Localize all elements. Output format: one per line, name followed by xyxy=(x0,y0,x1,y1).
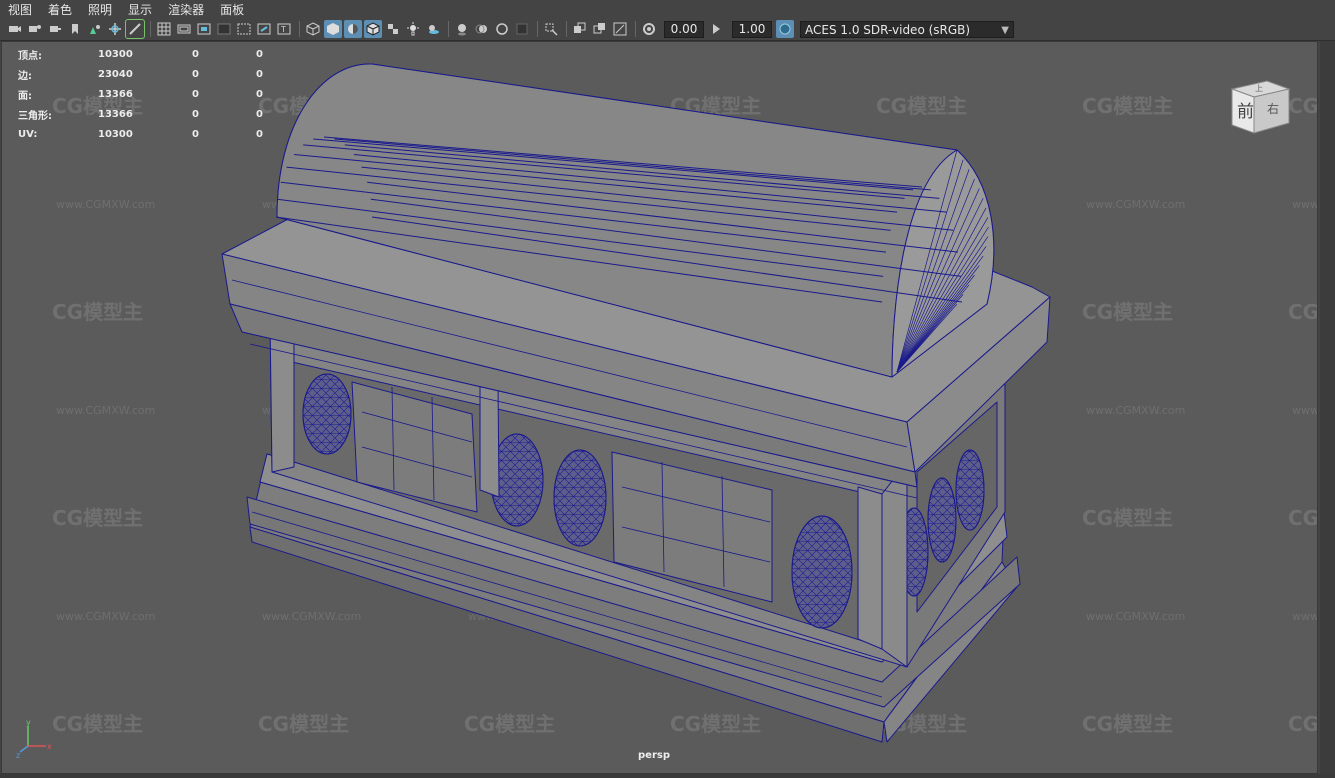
hud-label: UV: xyxy=(18,128,38,140)
safe-title-icon[interactable]: T xyxy=(275,20,293,38)
menu-renderer[interactable]: 渲染器 xyxy=(168,1,204,18)
hud-value: 0 xyxy=(192,68,199,80)
axis-y-label: y xyxy=(26,718,31,727)
view-cube-top-label: 上 xyxy=(1255,84,1263,93)
hud-row-triangles: 三角形: 13366 0 0 xyxy=(18,104,286,124)
hud-row-vertices: 顶点: 10300 0 0 xyxy=(18,44,286,64)
hud-value: 10300 xyxy=(98,128,133,140)
smooth-shade-icon[interactable] xyxy=(324,20,342,38)
gate-mask-icon[interactable] xyxy=(215,20,233,38)
toolbar-separator xyxy=(299,21,300,37)
toolbar-separator xyxy=(635,21,636,37)
axis-gizmo: y x z xyxy=(16,718,52,758)
textured-icon[interactable] xyxy=(384,20,402,38)
hud-value: 0 xyxy=(256,128,263,140)
pencil-draw-icon[interactable] xyxy=(125,19,145,39)
field-chart-icon[interactable] xyxy=(235,20,253,38)
toolbar-separator xyxy=(566,21,567,37)
screen-space-ao-icon[interactable] xyxy=(453,20,471,38)
camera-name-label: persp xyxy=(638,750,670,761)
xray-active-components-icon[interactable] xyxy=(591,20,609,38)
two-d-pan-icon[interactable] xyxy=(106,20,124,38)
bottom-border xyxy=(0,774,1335,778)
isolate-select-icon[interactable] xyxy=(542,20,560,38)
hud-value: 0 xyxy=(192,128,199,140)
hud-row-faces: 面: 13366 0 0 xyxy=(18,84,286,104)
view-transform-dropdown[interactable]: ACES 1.0 SDR-video (sRGB) ▼ xyxy=(800,20,1014,38)
hud-value: 0 xyxy=(256,108,263,120)
hud-value: 0 xyxy=(192,88,199,100)
resolution-gate-icon[interactable] xyxy=(195,20,213,38)
exposure-field[interactable]: 0.00 xyxy=(664,20,704,38)
hud-value: 0 xyxy=(256,48,263,60)
xray-joints-icon[interactable] xyxy=(611,20,629,38)
hud-label: 面: xyxy=(18,90,32,102)
hud-label: 边: xyxy=(18,70,32,82)
gamma-icon[interactable] xyxy=(708,20,726,38)
wireframe-on-shaded-icon[interactable] xyxy=(364,20,382,38)
camera-attributes-icon[interactable] xyxy=(26,20,44,38)
hud-label: 三角形: xyxy=(18,110,52,122)
view-cube[interactable]: 前 右 上 xyxy=(1227,67,1297,137)
menu-show[interactable]: 显示 xyxy=(128,1,152,18)
viewport-scrollbar[interactable] xyxy=(1320,41,1335,774)
shadows-icon[interactable] xyxy=(424,20,442,38)
svg-text:T: T xyxy=(280,25,286,34)
hud-label: 顶点: xyxy=(18,50,42,62)
axis-z-label: z xyxy=(16,751,20,758)
lights-icon[interactable] xyxy=(404,20,422,38)
toolbar-separator xyxy=(537,21,538,37)
axis-x-label: x xyxy=(47,742,52,751)
hud-row-edges: 边: 23040 0 0 xyxy=(18,64,286,84)
hud-value: 13366 xyxy=(98,88,133,100)
grid-icon[interactable] xyxy=(155,20,173,38)
grease-pencil-icon[interactable] xyxy=(86,20,104,38)
hud-value: 13366 xyxy=(98,108,133,120)
xray-icon[interactable] xyxy=(571,20,589,38)
hud-row-uvs: UV: 10300 0 0 xyxy=(18,124,286,144)
use-default-material-icon[interactable] xyxy=(344,20,362,38)
chevron-down-icon: ▼ xyxy=(1001,24,1009,36)
menu-bar: 视图 着色 照明 显示 渲染器 面板 xyxy=(0,0,1335,18)
camera-select-icon[interactable] xyxy=(6,20,24,38)
view-cube-front-label: 前 xyxy=(1237,102,1254,122)
hud-value: 0 xyxy=(256,68,263,80)
hud-value: 0 xyxy=(256,88,263,100)
safe-action-icon[interactable] xyxy=(255,20,273,38)
view-cube-right-label: 右 xyxy=(1267,101,1279,116)
view-transform-value: ACES 1.0 SDR-video (sRGB) xyxy=(805,22,971,37)
depth-of-field-icon[interactable] xyxy=(513,20,531,38)
image-plane-icon[interactable] xyxy=(66,20,84,38)
menu-lighting[interactable]: 照明 xyxy=(88,1,112,18)
hud-value: 10300 xyxy=(98,48,133,60)
bookmark-icon[interactable] xyxy=(46,20,64,38)
hud-value: 0 xyxy=(192,108,199,120)
sarcophagus-model[interactable] xyxy=(2,42,1318,774)
perspective-viewport[interactable]: CG模型主www.CGMXW.comCG模型主www.CGMXW.comCG模型… xyxy=(1,41,1318,774)
exposure-icon[interactable] xyxy=(640,20,658,38)
multisample-aa-icon[interactable] xyxy=(493,20,511,38)
color-management-icon[interactable] xyxy=(776,20,794,38)
toolbar-separator xyxy=(448,21,449,37)
wireframe-icon[interactable] xyxy=(304,20,322,38)
hud-value: 0 xyxy=(192,48,199,60)
hud-value: 23040 xyxy=(98,68,133,80)
film-gate-icon[interactable] xyxy=(175,20,193,38)
poly-count-hud: 顶点: 10300 0 0 边: 23040 0 0 面: 13366 0 0 三角形: 13366… xyxy=(18,44,286,144)
menu-panels[interactable]: 面板 xyxy=(220,1,244,18)
motion-blur-icon[interactable] xyxy=(473,20,491,38)
menu-view[interactable]: 视图 xyxy=(8,1,32,18)
toolbar-separator xyxy=(150,21,151,37)
gamma-field[interactable]: 1.00 xyxy=(732,20,772,38)
menu-shading[interactable]: 着色 xyxy=(48,1,72,18)
viewport-toolbar: T 0.00 1.00 ACES 1.0 SDR-video (sRGB) ▼ xyxy=(0,18,1335,41)
